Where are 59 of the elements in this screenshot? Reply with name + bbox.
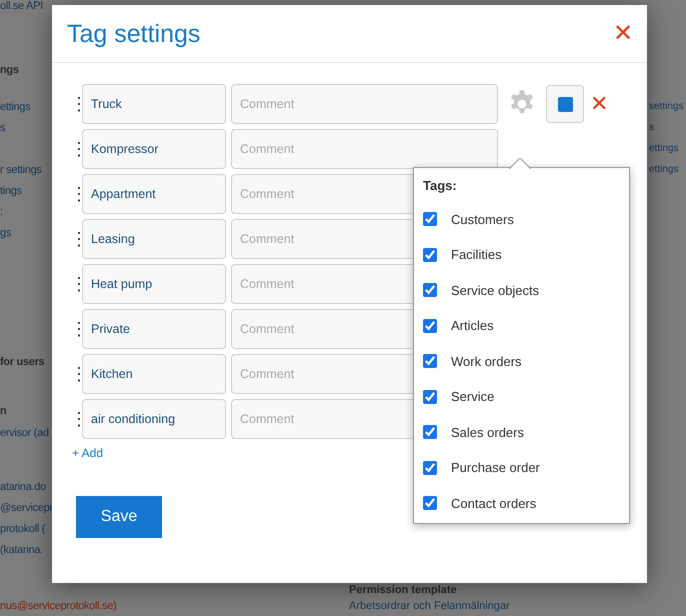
drag-handle[interactable]: ⋮ — [70, 140, 82, 158]
checkbox[interactable] — [423, 354, 437, 368]
color-button[interactable] — [546, 85, 584, 123]
checkbox-label: Articles — [451, 317, 494, 335]
link-text[interactable]: Arbetsordrar och Felanmälningar — [349, 598, 510, 614]
link-text[interactable]: atarina.do — [0, 479, 46, 495]
tag-name-field[interactable]: Kitchen — [82, 354, 226, 394]
checkbox-label: Contact orders — [451, 494, 536, 512]
email-text: nus@serviceprotokoll.se) — [0, 599, 116, 614]
section-heading: ngs — [0, 63, 19, 78]
drag-handle[interactable]: ⋮ — [70, 320, 82, 338]
section-heading: n — [0, 404, 6, 419]
checkbox[interactable] — [423, 425, 437, 440]
comment-field[interactable]: Comment — [231, 129, 498, 169]
link-text[interactable]: ettings — [0, 99, 30, 115]
section-heading: for users — [0, 355, 44, 370]
link-text[interactable]: ervisor (ad — [0, 425, 49, 441]
link-text[interactable]: protokoll ( — [0, 521, 45, 537]
save-button[interactable]: Save — [76, 496, 162, 538]
tag-name-field[interactable]: Heat pump — [82, 264, 226, 304]
drag-handle[interactable]: ⋮ — [70, 95, 82, 113]
add-link[interactable]: + Add — [72, 444, 104, 462]
link-text[interactable]: oll.se API — [0, 0, 43, 14]
tag-name-field[interactable]: Appartment — [82, 174, 226, 214]
comment-field[interactable]: Comment — [231, 84, 498, 124]
link-text[interactable]: tings — [0, 183, 22, 199]
link-text[interactable]: settings — [649, 99, 684, 115]
link-text[interactable]: ettings — [649, 141, 678, 157]
modal-title: Tag settings — [67, 18, 200, 48]
tag-name-field[interactable]: Kompressor — [82, 129, 226, 169]
link-text[interactable]: gs — [0, 225, 12, 241]
tag-name-field[interactable]: air conditioning — [82, 399, 226, 439]
tag-name-field[interactable]: Truck — [82, 84, 226, 124]
checkbox[interactable] — [423, 212, 437, 226]
link-text[interactable]: r settings — [0, 162, 42, 178]
checkbox-label: Purchase order — [451, 459, 540, 477]
checkbox[interactable] — [423, 390, 437, 404]
drag-handle[interactable]: ⋮ — [70, 365, 82, 383]
checkbox[interactable] — [423, 283, 437, 298]
link-text[interactable]: (katarina. — [0, 542, 43, 558]
link-text[interactable]: ettings — [649, 162, 678, 178]
delete-button[interactable]: ✕ — [590, 93, 608, 115]
drag-handle[interactable]: ⋮ — [70, 185, 82, 203]
checkbox[interactable] — [423, 496, 437, 510]
checkbox[interactable] — [423, 460, 437, 475]
popover-title: Tags: — [423, 177, 458, 195]
tag-name-field[interactable]: Leasing — [82, 219, 226, 259]
tag-name-field[interactable]: Private — [82, 309, 226, 349]
drag-handle[interactable]: ⋮ — [70, 410, 82, 428]
section-heading: Permission template — [349, 583, 457, 598]
checkbox[interactable] — [423, 248, 437, 262]
drag-handle[interactable]: ⋮ — [70, 230, 82, 248]
link-text[interactable]: s — [0, 120, 6, 136]
drag-handle[interactable]: ⋮ — [70, 275, 82, 293]
link-text[interactable]: s — [649, 120, 654, 136]
checkbox[interactable] — [423, 318, 437, 333]
close-button[interactable]: ✕ — [613, 22, 633, 46]
link-text[interactable]: @servicepr — [0, 500, 53, 516]
link-text[interactable]: : — [0, 204, 3, 220]
